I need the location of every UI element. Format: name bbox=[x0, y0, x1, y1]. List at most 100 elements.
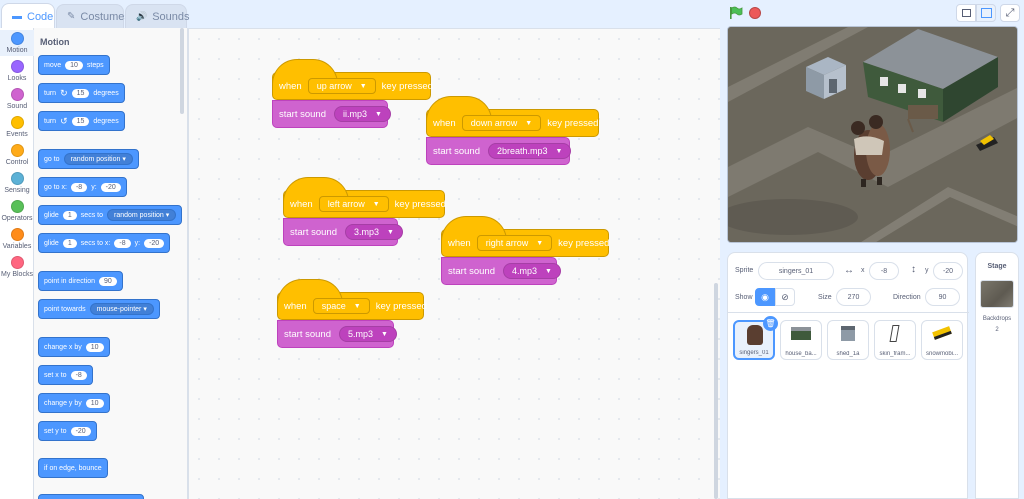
key-dropdown[interactable]: down arrow ▼ bbox=[461, 115, 542, 131]
direction-input[interactable]: 90 bbox=[925, 288, 960, 306]
block-input[interactable]: 10 bbox=[85, 398, 104, 408]
block-turn-right[interactable]: turn ↻ 15 degrees bbox=[38, 83, 125, 103]
block-input[interactable]: 90 bbox=[98, 276, 117, 286]
start-sound-block[interactable]: start sound ii.mp3 ▼ bbox=[272, 100, 391, 128]
block-move-steps[interactable]: move 10 steps bbox=[38, 55, 110, 75]
block-glide-to[interactable]: glide 1 secs to random position ▾ bbox=[38, 205, 183, 225]
block-input[interactable]: -20 bbox=[144, 238, 165, 248]
delete-sprite-icon[interactable]: 🗑 bbox=[763, 316, 778, 331]
when-key-pressed-block[interactable]: when left arrow ▼ key pressed bbox=[283, 177, 446, 218]
stop-icon[interactable] bbox=[749, 7, 761, 19]
block-set-x[interactable]: set x to -8 bbox=[38, 365, 93, 385]
start-sound-block[interactable]: start sound 2breath.mp3 ▼ bbox=[426, 137, 572, 165]
block-input[interactable]: 15 bbox=[71, 116, 90, 126]
category-sensing[interactable]: Sensing bbox=[0, 170, 34, 196]
x-input[interactable]: -8 bbox=[869, 262, 899, 280]
key-dropdown[interactable]: space ▼ bbox=[312, 298, 370, 314]
block-input[interactable]: -8 bbox=[114, 238, 131, 248]
category-variables[interactable]: Variables bbox=[0, 226, 34, 252]
sprite-tile-shed[interactable]: shed_1a bbox=[827, 320, 869, 360]
block-go-to[interactable]: go to random position ▾ bbox=[38, 149, 139, 169]
block-input[interactable]: 1 bbox=[62, 210, 77, 220]
palette-scrollbar[interactable] bbox=[180, 28, 184, 114]
block-text: when bbox=[279, 80, 302, 92]
caret-down-icon: ▼ bbox=[381, 330, 388, 338]
block-input[interactable]: -20 bbox=[70, 426, 91, 436]
block-text: go to x: bbox=[44, 183, 67, 191]
workspace-scrollbar[interactable] bbox=[714, 283, 718, 499]
when-key-pressed-block[interactable]: when up arrow ▼ key pressed bbox=[272, 59, 433, 100]
start-sound-block[interactable]: start sound 3.mp3 ▼ bbox=[283, 218, 403, 246]
sprite-tile-house[interactable]: house_ba... bbox=[780, 320, 822, 360]
stage-canvas[interactable] bbox=[727, 26, 1018, 243]
key-dropdown[interactable]: left arrow ▼ bbox=[318, 196, 389, 212]
sprite-tile-skin-frame[interactable]: skin_fram... bbox=[874, 320, 916, 360]
category-sound[interactable]: Sound bbox=[0, 86, 34, 112]
tab-code[interactable]: ▬ Code bbox=[1, 3, 55, 29]
when-key-pressed-block[interactable]: when right arrow ▼ key pressed bbox=[441, 216, 609, 257]
sound-dropdown[interactable]: 4.mp3 ▼ bbox=[503, 263, 561, 279]
singers-thumbnail bbox=[747, 325, 763, 345]
block-input[interactable]: 10 bbox=[85, 342, 104, 352]
sound-dropdown[interactable]: 5.mp3 ▼ bbox=[339, 326, 397, 342]
key-dropdown[interactable]: up arrow ▼ bbox=[307, 78, 376, 94]
block-input[interactable]: 15 bbox=[71, 88, 90, 98]
category-events[interactable]: Events bbox=[0, 114, 34, 140]
dropdown-value: 4.mp3 bbox=[512, 266, 538, 276]
fullscreen-icon[interactable]: ⤢ bbox=[1000, 4, 1020, 22]
block-point-direction[interactable]: point in direction 90 bbox=[38, 271, 123, 291]
block-text: when bbox=[284, 300, 307, 312]
dropdown-value: right arrow bbox=[485, 238, 529, 248]
block-change-y[interactable]: change y by 10 bbox=[38, 393, 110, 413]
house-thumbnail bbox=[791, 327, 811, 340]
sound-dropdown[interactable]: 3.mp3 ▼ bbox=[345, 224, 403, 240]
size-input[interactable]: 270 bbox=[836, 288, 871, 306]
stage-target-panel[interactable]: Stage Backdrops 2 bbox=[975, 252, 1019, 499]
block-text: degrees bbox=[93, 117, 119, 125]
block-dropdown[interactable]: random position ▾ bbox=[106, 209, 177, 221]
sprite-tile-snowmobile[interactable]: snowmobi... bbox=[921, 320, 963, 360]
category-motion[interactable]: Motion bbox=[0, 30, 34, 56]
block-go-to-xy[interactable]: go to x: -8 y: -20 bbox=[38, 177, 127, 197]
sound-dropdown[interactable]: 2breath.mp3 ▼ bbox=[488, 143, 572, 159]
block-input[interactable]: -8 bbox=[70, 370, 87, 380]
when-key-pressed-block[interactable]: when space ▼ key pressed bbox=[277, 279, 427, 320]
block-input[interactable]: -20 bbox=[100, 182, 121, 192]
block-text: secs to x: bbox=[80, 239, 111, 247]
block-dropdown[interactable]: mouse-pointer ▾ bbox=[89, 303, 154, 315]
block-point-towards[interactable]: point towards mouse-pointer ▾ bbox=[38, 299, 160, 319]
key-dropdown[interactable]: right arrow ▼ bbox=[476, 235, 553, 251]
when-key-pressed-block[interactable]: when down arrow ▼ key pressed bbox=[426, 96, 599, 137]
y-input[interactable]: -20 bbox=[933, 262, 963, 280]
block-text: turn bbox=[44, 117, 57, 125]
category-operators[interactable]: Operators bbox=[0, 198, 34, 224]
show-visible-button[interactable]: ◉ bbox=[755, 288, 775, 306]
block-dropdown[interactable]: random position ▾ bbox=[63, 153, 133, 165]
show-hidden-button[interactable]: ⊘ bbox=[775, 288, 795, 306]
tab-sounds[interactable]: 🔊 Sounds bbox=[125, 4, 190, 28]
category-looks[interactable]: Looks bbox=[0, 58, 34, 84]
tab-costumes[interactable]: ✎ Costumes bbox=[56, 4, 130, 28]
block-input[interactable]: 1 bbox=[62, 238, 77, 248]
category-my-blocks[interactable]: My Blocks bbox=[0, 254, 34, 280]
block-partial[interactable] bbox=[38, 494, 144, 499]
caret-down-icon: ▼ bbox=[387, 228, 394, 236]
start-sound-block[interactable]: start sound 5.mp3 ▼ bbox=[277, 320, 397, 348]
block-change-x[interactable]: change x by 10 bbox=[38, 337, 110, 357]
sound-dropdown[interactable]: ii.mp3 ▼ bbox=[334, 106, 391, 122]
category-control[interactable]: Control bbox=[0, 142, 34, 168]
small-stage-button[interactable] bbox=[956, 4, 976, 22]
block-input[interactable]: 10 bbox=[65, 60, 83, 70]
backdrops-label: Backdrops bbox=[982, 316, 1012, 322]
green-flag-icon[interactable] bbox=[729, 6, 743, 20]
large-stage-button[interactable] bbox=[976, 4, 996, 22]
block-text: glide bbox=[44, 239, 59, 247]
block-bounce[interactable]: if on edge, bounce bbox=[38, 458, 108, 478]
block-input[interactable]: -8 bbox=[70, 182, 88, 192]
start-sound-block[interactable]: start sound 4.mp3 ▼ bbox=[441, 257, 561, 285]
block-turn-left[interactable]: turn ↺ 15 degrees bbox=[38, 111, 125, 131]
sprite-name-input[interactable]: singers_01 bbox=[758, 262, 834, 280]
block-glide-to-xy[interactable]: glide 1 secs to x: -8 y: -20 bbox=[38, 233, 171, 253]
editor-tabs: ▬ Code ✎ Costumes 🔊 Sounds bbox=[0, 0, 720, 29]
block-set-y[interactable]: set y to -20 bbox=[38, 421, 97, 441]
